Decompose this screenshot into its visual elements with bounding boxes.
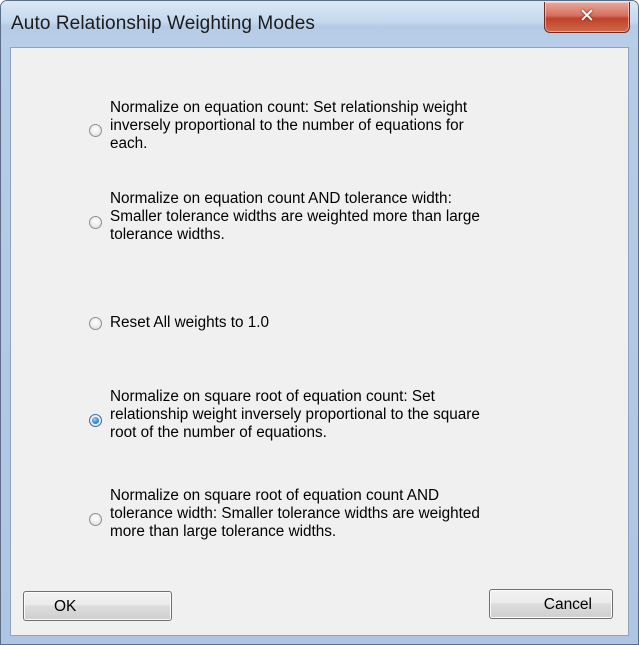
option-label-line: inversely proportional to the number of … [110, 117, 464, 134]
option-label-line: Normalize on equation count AND toleranc… [110, 190, 452, 207]
option-label: Normalize on equation count: Set relatio… [89, 99, 559, 153]
option-label-line: more than large tolerance widths. [110, 523, 337, 540]
option-label-line: Normalize on square root of equation cou… [110, 388, 435, 405]
option-label-line: tolerance width: Smaller tolerance width… [110, 505, 480, 522]
dialog-window: Auto Relationship Weighting Modes ✕ Norm… [0, 0, 639, 645]
option-label-line: each. [110, 135, 148, 152]
option-label: Normalize on square root of equation cou… [89, 388, 559, 442]
option-label: Reset All weights to 1.0 [89, 314, 559, 332]
option-label: Normalize on equation count AND toleranc… [89, 190, 559, 244]
option-label-line: Smaller tolerance widths are weighted mo… [110, 208, 480, 225]
ok-button-label: OK [54, 598, 77, 615]
cancel-button-label: Cancel [543, 596, 592, 613]
option-label: Normalize on square root of equation cou… [89, 487, 559, 541]
dialog-title: Auto Relationship Weighting Modes [11, 13, 315, 34]
cancel-button[interactable]: Cancel [489, 589, 613, 619]
option-label-line: Reset All weights to 1.0 [110, 314, 270, 331]
close-icon: ✕ [579, 5, 595, 27]
option-label-line: tolerance widths. [110, 226, 225, 243]
ok-button[interactable]: OK [23, 591, 172, 621]
dialog-client-area: Normalize on equation count: Set relatio… [10, 47, 629, 636]
option-label-line: Normalize on square root of equation cou… [110, 487, 440, 504]
close-button[interactable]: ✕ [544, 2, 630, 33]
option-label-line: relationship weight inversely proportion… [110, 406, 480, 423]
option-label-line: root of the number of equations. [110, 424, 327, 441]
title-bar[interactable]: Auto Relationship Weighting Modes ✕ [1, 1, 638, 47]
option-label-line: Normalize on equation count: Set relatio… [110, 99, 468, 116]
